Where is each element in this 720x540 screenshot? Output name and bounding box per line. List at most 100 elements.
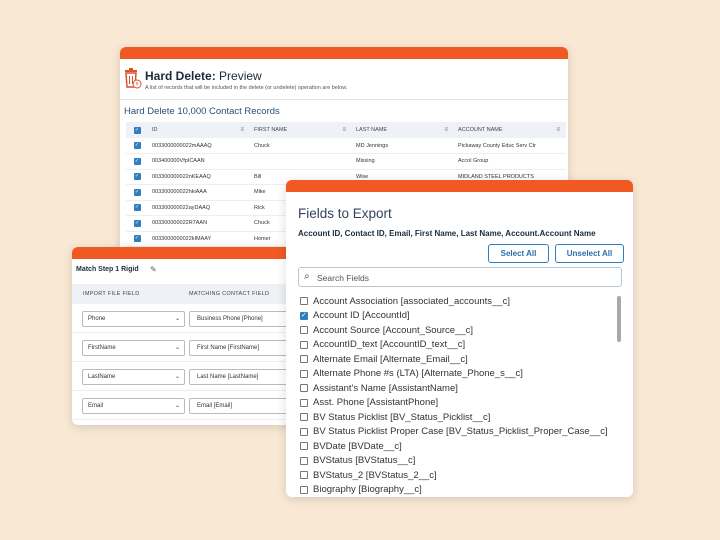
checkbox-checked-icon: ✓: [133, 204, 141, 212]
field-list-item[interactable]: Asst. Phone [AssistantPhone]: [300, 396, 620, 411]
field-checkbox[interactable]: [300, 297, 308, 306]
field-label: BV Status Picklist Proper Case [BV_Statu…: [313, 426, 608, 438]
cell-first-name: Chuck: [250, 138, 352, 154]
checkbox-checked-icon: ✓: [133, 126, 141, 134]
column-menu-icon[interactable]: ≡: [556, 127, 560, 133]
cell-first-name: [250, 153, 352, 170]
cell-id: 003400000VfpICAAN: [148, 153, 250, 170]
field-label: BVStatus_2 [BVStatus_2__c]: [313, 469, 437, 481]
search-icon: ⌕: [304, 271, 310, 282]
row-checkbox[interactable]: ✓: [126, 200, 148, 216]
field-checkbox[interactable]: [300, 471, 308, 480]
cell-last-name: Missing: [352, 153, 454, 170]
field-label: Assistant's Name [AssistantName]: [313, 382, 458, 394]
field-list-item[interactable]: AccountID_text [AccountID_text__c]: [300, 338, 620, 353]
row-checkbox[interactable]: ✓: [126, 184, 148, 201]
field-list-item[interactable]: Alternate Phone #s (LTA) [Alternate_Phon…: [300, 367, 620, 382]
checkbox-checked-icon: ✓: [133, 173, 141, 181]
cell-account-name: Accol Group: [454, 153, 566, 170]
matching-field-input[interactable]: Business Phone [Phone]: [189, 311, 294, 327]
field-list-item[interactable]: Account Source [Account_Source__c]: [300, 323, 620, 338]
table-row[interactable]: ✓ 003400000VfpICAAN Missing Accol Group: [126, 153, 566, 170]
checkbox-checked-icon: ✓: [133, 235, 141, 243]
field-list-item[interactable]: BVStatus [BVStatus__c]: [300, 454, 620, 469]
select-all-checkbox[interactable]: ✓: [126, 122, 148, 138]
column-menu-icon[interactable]: ≡: [240, 127, 244, 133]
field-checkbox[interactable]: [300, 340, 308, 349]
column-header-last-name[interactable]: LAST NAME ≡: [352, 122, 454, 138]
import-field-value: Phone: [88, 316, 106, 322]
checkbox-checked-icon: ✓: [133, 219, 141, 227]
field-checkbox[interactable]: [300, 369, 308, 378]
field-checkbox[interactable]: [300, 413, 308, 422]
column-header-first-name[interactable]: FIRST NAME ≡: [250, 122, 352, 138]
page-title: Hard Delete: Preview: [145, 69, 262, 83]
field-checkbox[interactable]: [300, 311, 308, 320]
field-list-item[interactable]: BV Status Picklist Proper Case [BV_Statu…: [300, 425, 620, 440]
field-label: BV Status Picklist [BV_Status_Picklist__…: [313, 411, 491, 423]
field-list-item[interactable]: Account ID [AccountId]: [300, 309, 620, 324]
field-list-item[interactable]: Biography [Biography__c]: [300, 483, 620, 498]
field-checkbox[interactable]: [300, 384, 308, 393]
card-accent-bar: [286, 180, 633, 192]
column-menu-icon[interactable]: ≡: [444, 127, 448, 133]
field-checkbox[interactable]: [300, 355, 308, 364]
match-row: Phone ⌄ Business Phone [Phone]: [72, 305, 294, 333]
chevron-down-icon: ⌄: [174, 403, 180, 409]
field-checkbox[interactable]: [300, 442, 308, 451]
fields-to-export-card: Fields to Export Account ID, Contact ID,…: [286, 180, 633, 497]
cell-id: 003300000022R7AAN: [148, 215, 250, 232]
records-count-title: Hard Delete 10,000 Contact Records: [124, 106, 280, 117]
import-field-select[interactable]: Email ⌄: [82, 398, 185, 414]
row-checkbox[interactable]: ✓: [126, 231, 148, 247]
search-box: ⌕: [298, 267, 622, 287]
matching-field-input[interactable]: First Name [FirstName]: [189, 340, 294, 356]
column-menu-icon[interactable]: ≡: [342, 127, 346, 133]
table-row[interactable]: ✓ 0033000000022mAAAQ Chuck MD Jennings Picka…: [126, 138, 566, 154]
field-checkbox[interactable]: [300, 326, 308, 335]
cell-last-name: MD Jennings: [352, 138, 454, 154]
import-field-value: Email: [88, 403, 104, 409]
card-accent-bar: [72, 247, 294, 259]
scrollbar[interactable]: [616, 294, 622, 492]
import-field-select[interactable]: FirstName ⌄: [82, 340, 185, 356]
chevron-down-icon: ⌄: [174, 345, 180, 351]
unselect-all-button[interactable]: Unselect All: [555, 244, 624, 263]
matching-field-input[interactable]: Email [Email]: [189, 398, 294, 414]
field-list-item[interactable]: BVStatus_2 [BVStatus_2__c]: [300, 468, 620, 483]
field-checkbox[interactable]: [300, 427, 308, 436]
cell-id: 003300000022nKEAAQ: [148, 169, 250, 185]
row-checkbox[interactable]: ✓: [126, 153, 148, 170]
fields-list: Account Association [associated_accounts…: [300, 294, 620, 497]
row-checkbox[interactable]: ✓: [126, 138, 148, 154]
divider: [120, 99, 568, 100]
scrollbar-thumb[interactable]: [617, 296, 621, 342]
match-row: LastName ⌄ Last Name [LastName]: [72, 363, 294, 391]
field-list-item[interactable]: BV Status Picklist [BV_Status_Picklist__…: [300, 410, 620, 425]
field-list-item[interactable]: BVDate [BVDate__c]: [300, 439, 620, 454]
field-checkbox[interactable]: [300, 456, 308, 465]
select-all-button[interactable]: Select All: [488, 244, 549, 263]
match-step-title: Match Step 1 Rigid: [76, 266, 139, 273]
column-header-account-name[interactable]: ACCOUNT NAME ≡: [454, 122, 566, 138]
column-header-matching-contact-field: MATCHING CONTACT FIELD: [189, 291, 270, 297]
field-checkbox[interactable]: [300, 485, 308, 494]
row-checkbox[interactable]: ✓: [126, 215, 148, 232]
import-field-select[interactable]: Phone ⌄: [82, 311, 185, 327]
column-header-id[interactable]: ID ≡: [148, 122, 250, 138]
field-checkbox[interactable]: [300, 398, 308, 407]
matching-field-input[interactable]: Last Name [LastName]: [189, 369, 294, 385]
row-checkbox[interactable]: ✓: [126, 169, 148, 185]
field-label: Account ID [AccountId]: [313, 310, 410, 322]
field-list-item[interactable]: Account Association [associated_accounts…: [300, 294, 620, 309]
cell-id: 0033000000022mAAAQ: [148, 138, 250, 154]
field-list-item[interactable]: Alternate Email [Alternate_Email__c]: [300, 352, 620, 367]
field-list-item[interactable]: Assistant's Name [AssistantName]: [300, 381, 620, 396]
import-field-value: LastName: [88, 374, 116, 380]
chevron-down-icon: ⌄: [174, 316, 180, 322]
chevron-down-icon: ⌄: [174, 374, 180, 380]
import-field-value: FirstName: [88, 345, 116, 351]
import-field-select[interactable]: LastName ⌄: [82, 369, 185, 385]
pencil-icon[interactable]: ✎: [150, 265, 157, 274]
search-input[interactable]: [317, 271, 607, 284]
